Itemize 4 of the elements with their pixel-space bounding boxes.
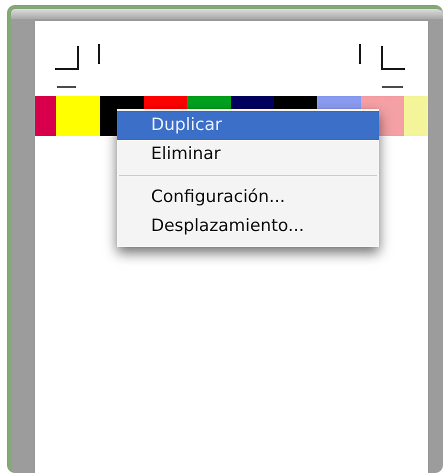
- menu-item[interactable]: Desplazamiento...: [117, 212, 379, 241]
- menu-item[interactable]: Duplicar: [117, 111, 379, 140]
- menu-item[interactable]: Configuración...: [117, 183, 379, 212]
- menu-item[interactable]: Eliminar: [117, 140, 379, 169]
